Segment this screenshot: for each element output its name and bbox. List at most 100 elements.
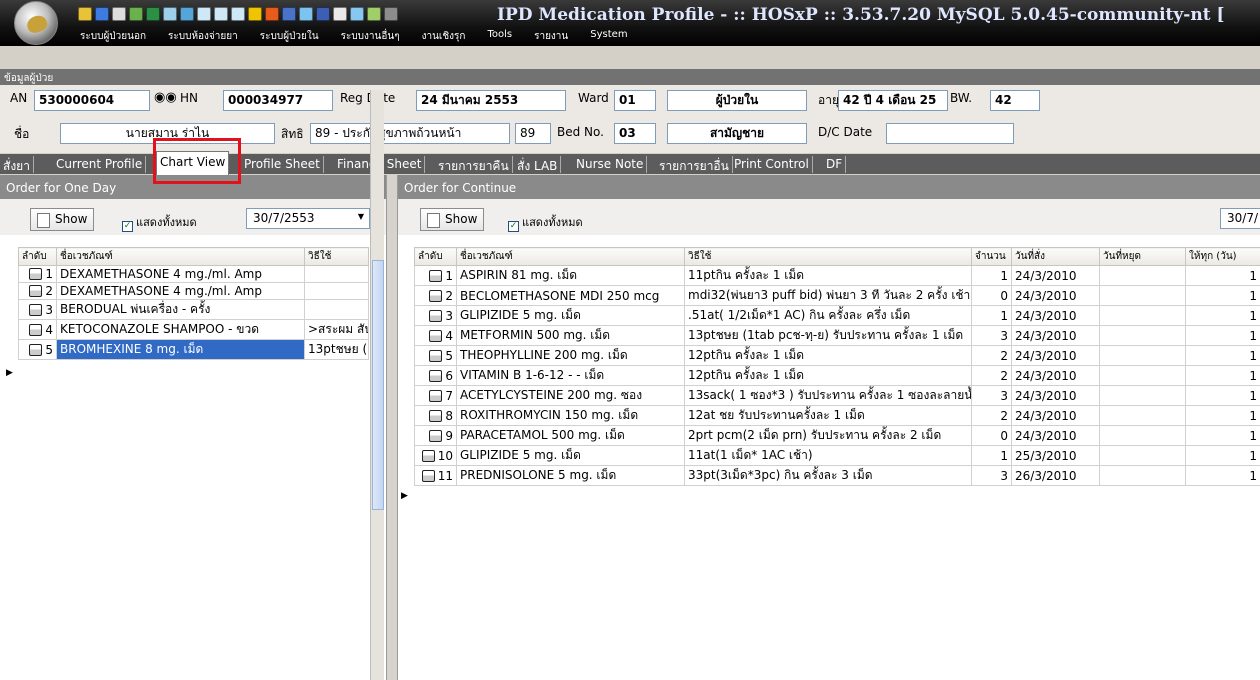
- patient-type-field[interactable]: ผู้ป่วยใน: [667, 90, 807, 111]
- ward-field[interactable]: 01: [614, 90, 656, 111]
- menu-item[interactable]: ระบบงานอื่นๆ: [341, 29, 400, 44]
- toolbar-icon[interactable]: [248, 7, 262, 21]
- table-row[interactable]: 2 BECLOMETHASONE MDI 250 mcg mdi32(พ่นยา3 …: [414, 285, 1260, 306]
- show-all-checkbox[interactable]: ✓ แสดงทั้งหมด: [508, 213, 583, 232]
- left-scrollbar[interactable]: [370, 90, 384, 680]
- toolbar-icon[interactable]: [95, 7, 109, 21]
- menu-item[interactable]: ระบบผู้ป่วยนอก: [80, 29, 146, 44]
- scrollbar-thumb[interactable]: [372, 260, 384, 510]
- toolbar-icon[interactable]: [112, 7, 126, 21]
- toolbar-icon[interactable]: [265, 7, 279, 21]
- toolbar-icon[interactable]: [333, 7, 347, 21]
- printer-icon[interactable]: [429, 409, 443, 422]
- pane-splitter[interactable]: [386, 175, 398, 680]
- dc-date-field[interactable]: [886, 123, 1014, 144]
- printer-icon[interactable]: [29, 303, 43, 316]
- show-all-checkbox[interactable]: ✓ แสดงทั้งหมด: [122, 213, 197, 232]
- col-usage[interactable]: วิธีใช้: [684, 247, 972, 266]
- table-row-selected[interactable]: 5 BROMHEXINE 8 mg. เม็ด 13ptชษย (: [18, 339, 369, 360]
- printer-icon[interactable]: [429, 309, 443, 322]
- table-row[interactable]: 3 BERODUAL พ่นเครื่อง - ครั้ง: [18, 299, 369, 320]
- col-stop-date[interactable]: วันที่หยุด: [1099, 247, 1186, 266]
- col-every-days[interactable]: ให้ทุก (วัน): [1185, 247, 1260, 266]
- toolbar-icon[interactable]: [214, 7, 228, 21]
- right-code-field[interactable]: 89: [515, 123, 551, 144]
- printer-icon[interactable]: [429, 429, 443, 442]
- right-field[interactable]: 89 - ประกันสุขภาพถ้วนหน้า: [310, 123, 510, 144]
- toolbar-icon[interactable]: [180, 7, 194, 21]
- printer-icon[interactable]: [429, 369, 443, 382]
- date-select[interactable]: 30/7/: [1220, 208, 1260, 229]
- app-logo-icon[interactable]: [14, 1, 58, 45]
- tab-returned-drugs[interactable]: รายการยาคืน: [435, 156, 513, 173]
- age-field[interactable]: 42 ปี 4 เดือน 25: [838, 90, 948, 111]
- col-seq[interactable]: ลำดับ: [414, 247, 457, 266]
- menu-item[interactable]: รายงาน: [534, 29, 568, 44]
- regdate-field[interactable]: 24 มีนาคม 2553: [416, 90, 566, 111]
- menu-item[interactable]: งานเชิงรุก: [422, 29, 466, 44]
- tab-current-profile[interactable]: Current Profile: [53, 156, 147, 173]
- printer-icon[interactable]: [29, 268, 43, 280]
- col-name[interactable]: ชื่อเวชภัณฑ์: [456, 247, 685, 266]
- printer-icon[interactable]: [429, 269, 443, 282]
- toolbar-icon[interactable]: [231, 7, 245, 21]
- table-row[interactable]: 11 PREDNISOLONE 5 mg. เม็ด 33pt(3เม็ด*3pc)…: [414, 465, 1260, 486]
- toolbar-icon[interactable]: [146, 7, 160, 21]
- printer-icon[interactable]: [429, 349, 443, 362]
- printer-icon[interactable]: [429, 289, 443, 302]
- chevron-down-icon[interactable]: ▼: [358, 212, 364, 221]
- toolbar-icon[interactable]: [129, 7, 143, 21]
- table-row[interactable]: 7 ACETYLCYSTEINE 200 mg. ซอง 13sack( 1 ซอง…: [414, 385, 1260, 406]
- bw-field[interactable]: 42: [990, 90, 1040, 111]
- show-button[interactable]: Show: [420, 208, 485, 231]
- bed-field[interactable]: 03: [614, 123, 656, 144]
- col-name[interactable]: ชื่อเวชภัณฑ์: [56, 247, 305, 266]
- tab-order[interactable]: สั่งยา: [0, 156, 34, 173]
- table-row[interactable]: 10 GLIPIZIDE 5 mg. เม็ด 11at(1 เม็ด* 1AC เ…: [414, 445, 1260, 466]
- table-row[interactable]: 2 DEXAMETHASONE 4 mg./ml. Amp: [18, 282, 369, 300]
- table-row[interactable]: 9 PARACETAMOL 500 mg. เม็ด 2prt pcm(2 เม็ด…: [414, 425, 1260, 446]
- tab-other-drugs[interactable]: รายการยาอื่น: [656, 156, 733, 173]
- table-row[interactable]: 3 GLIPIZIDE 5 mg. เม็ด .51at( 1/2เม็ด*1 AC…: [414, 305, 1260, 326]
- printer-icon[interactable]: [29, 323, 43, 336]
- printer-icon[interactable]: [29, 285, 43, 297]
- tab-nurse-note[interactable]: Nurse Note: [573, 156, 648, 173]
- printer-icon[interactable]: [429, 329, 443, 342]
- hn-field[interactable]: 000034977: [223, 90, 333, 111]
- toolbar-icon[interactable]: [282, 7, 296, 21]
- date-select[interactable]: 30/7/2553 ▼: [246, 208, 370, 229]
- toolbar-icon[interactable]: [316, 7, 330, 21]
- an-field[interactable]: 530000604: [34, 90, 150, 111]
- tab-profile-sheet[interactable]: Profile Sheet: [241, 156, 324, 173]
- col-qty[interactable]: จำนวน: [971, 247, 1012, 266]
- tab-df[interactable]: DF: [823, 156, 847, 173]
- toolbar-icon[interactable]: [367, 7, 381, 21]
- show-button[interactable]: Show: [30, 208, 95, 231]
- tab-print-control[interactable]: Print Control: [731, 156, 813, 173]
- col-seq[interactable]: ลำดับ: [18, 247, 57, 266]
- toolbar-icon[interactable]: [350, 7, 364, 21]
- table-row[interactable]: 4 METFORMIN 500 mg. เม็ด 13ptชษย (1tab pcช…: [414, 325, 1260, 346]
- table-row[interactable]: 6 VITAMIN B 1-6-12 - - เม็ด 12ptกิน ครั้งล…: [414, 365, 1260, 386]
- table-row[interactable]: 4 KETOCONAZOLE SHAMPOO - ขวด >สระผม สัป: [18, 319, 369, 340]
- col-usage[interactable]: วิธีใช้: [304, 247, 369, 266]
- toolbar-icon[interactable]: [163, 7, 177, 21]
- table-row[interactable]: 8 ROXITHROMYCIN 150 mg. เม็ด 12at ชย รับปร…: [414, 405, 1260, 426]
- toolbar-icon[interactable]: [384, 7, 398, 21]
- menu-item[interactable]: ระบบห้องจ่ายยา: [168, 29, 238, 44]
- ward-name-field[interactable]: สามัญชาย: [667, 123, 807, 144]
- printer-icon[interactable]: [421, 469, 435, 482]
- table-row[interactable]: 5 THEOPHYLLINE 200 mg. เม็ด 12ptกิน ครั้งล…: [414, 345, 1260, 366]
- toolbar-icon[interactable]: [78, 7, 92, 21]
- table-row[interactable]: 1 ASPIRIN 81 mg. เม็ด 11ptกิน ครั้งละ 1 เม…: [414, 265, 1260, 286]
- printer-icon[interactable]: [29, 343, 43, 356]
- menu-item[interactable]: ระบบผู้ป่วยใน: [260, 29, 319, 44]
- table-row[interactable]: 1 DEXAMETHASONE 4 mg./ml. Amp: [18, 265, 369, 283]
- tab-order-lab[interactable]: สั่ง LAB: [514, 156, 562, 173]
- printer-icon[interactable]: [429, 389, 443, 402]
- col-start-date[interactable]: วันที่สั่ง: [1011, 247, 1100, 266]
- toolbar-icon[interactable]: [197, 7, 211, 21]
- menu-item[interactable]: System: [590, 29, 627, 44]
- menu-item[interactable]: Tools: [487, 29, 512, 44]
- toolbar-icon[interactable]: [299, 7, 313, 21]
